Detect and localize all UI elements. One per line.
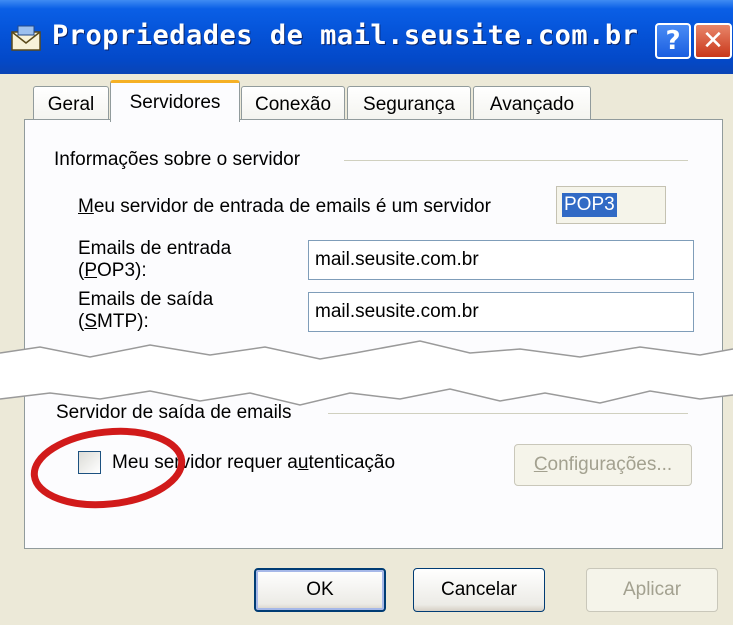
incoming-server-input[interactable]: mail.seusite.com.br bbox=[308, 240, 694, 280]
help-button[interactable]: ? bbox=[655, 23, 691, 59]
tab-geral[interactable]: Geral bbox=[33, 86, 109, 122]
cancel-button-label: Cancelar bbox=[440, 579, 518, 600]
tab-label: Avançado bbox=[489, 93, 575, 115]
incoming-type-value[interactable]: POP3 bbox=[562, 193, 617, 217]
tab-label: Servidores bbox=[129, 91, 221, 113]
tab-conexao[interactable]: Conexão bbox=[241, 86, 345, 122]
group-divider bbox=[328, 413, 688, 414]
apply-button-label: Aplicar bbox=[622, 579, 682, 600]
apply-button[interactable]: Aplicar bbox=[586, 568, 718, 612]
tab-label: Segurança bbox=[363, 93, 455, 115]
server-info-group-title: Informações sobre o servidor bbox=[54, 149, 301, 170]
ok-button-label: OK bbox=[306, 579, 334, 600]
ok-button[interactable]: OK bbox=[254, 568, 386, 612]
cancel-button[interactable]: Cancelar bbox=[413, 568, 545, 612]
annotation-circle bbox=[30, 427, 186, 509]
tab-label: Conexão bbox=[254, 93, 332, 115]
outgoing-server-input[interactable]: mail.seusite.com.br bbox=[308, 292, 694, 332]
properties-dialog: Propriedades de mail.seusite.com.br ? ✕ … bbox=[0, 0, 733, 625]
title-bar[interactable]: Propriedades de mail.seusite.com.br ? ✕ bbox=[0, 0, 733, 74]
tab-seguranca[interactable]: Segurança bbox=[347, 86, 471, 122]
settings-button-label: Configurações... bbox=[533, 454, 673, 475]
close-button[interactable]: ✕ bbox=[694, 23, 732, 59]
group-divider bbox=[344, 160, 688, 161]
tab-servidores[interactable]: Servidores bbox=[110, 80, 240, 122]
settings-button[interactable]: Configurações... bbox=[514, 444, 692, 486]
window-title: Propriedades de mail.seusite.com.br bbox=[52, 20, 639, 51]
incoming-type-label: Meu servidor de entrada de emails é um s… bbox=[78, 196, 491, 217]
help-icon: ? bbox=[665, 26, 681, 56]
outgoing-label: Emails de saída (SMTP): bbox=[78, 289, 214, 332]
tab-avancado[interactable]: Avançado bbox=[473, 86, 591, 122]
close-icon: ✕ bbox=[702, 26, 724, 56]
outgoing-group-title: Servidor de saída de emails bbox=[56, 402, 292, 423]
tab-label: Geral bbox=[47, 93, 95, 115]
mail-envelope-icon bbox=[11, 25, 41, 51]
incoming-label: Emails de entrada (POP3): bbox=[78, 238, 232, 281]
